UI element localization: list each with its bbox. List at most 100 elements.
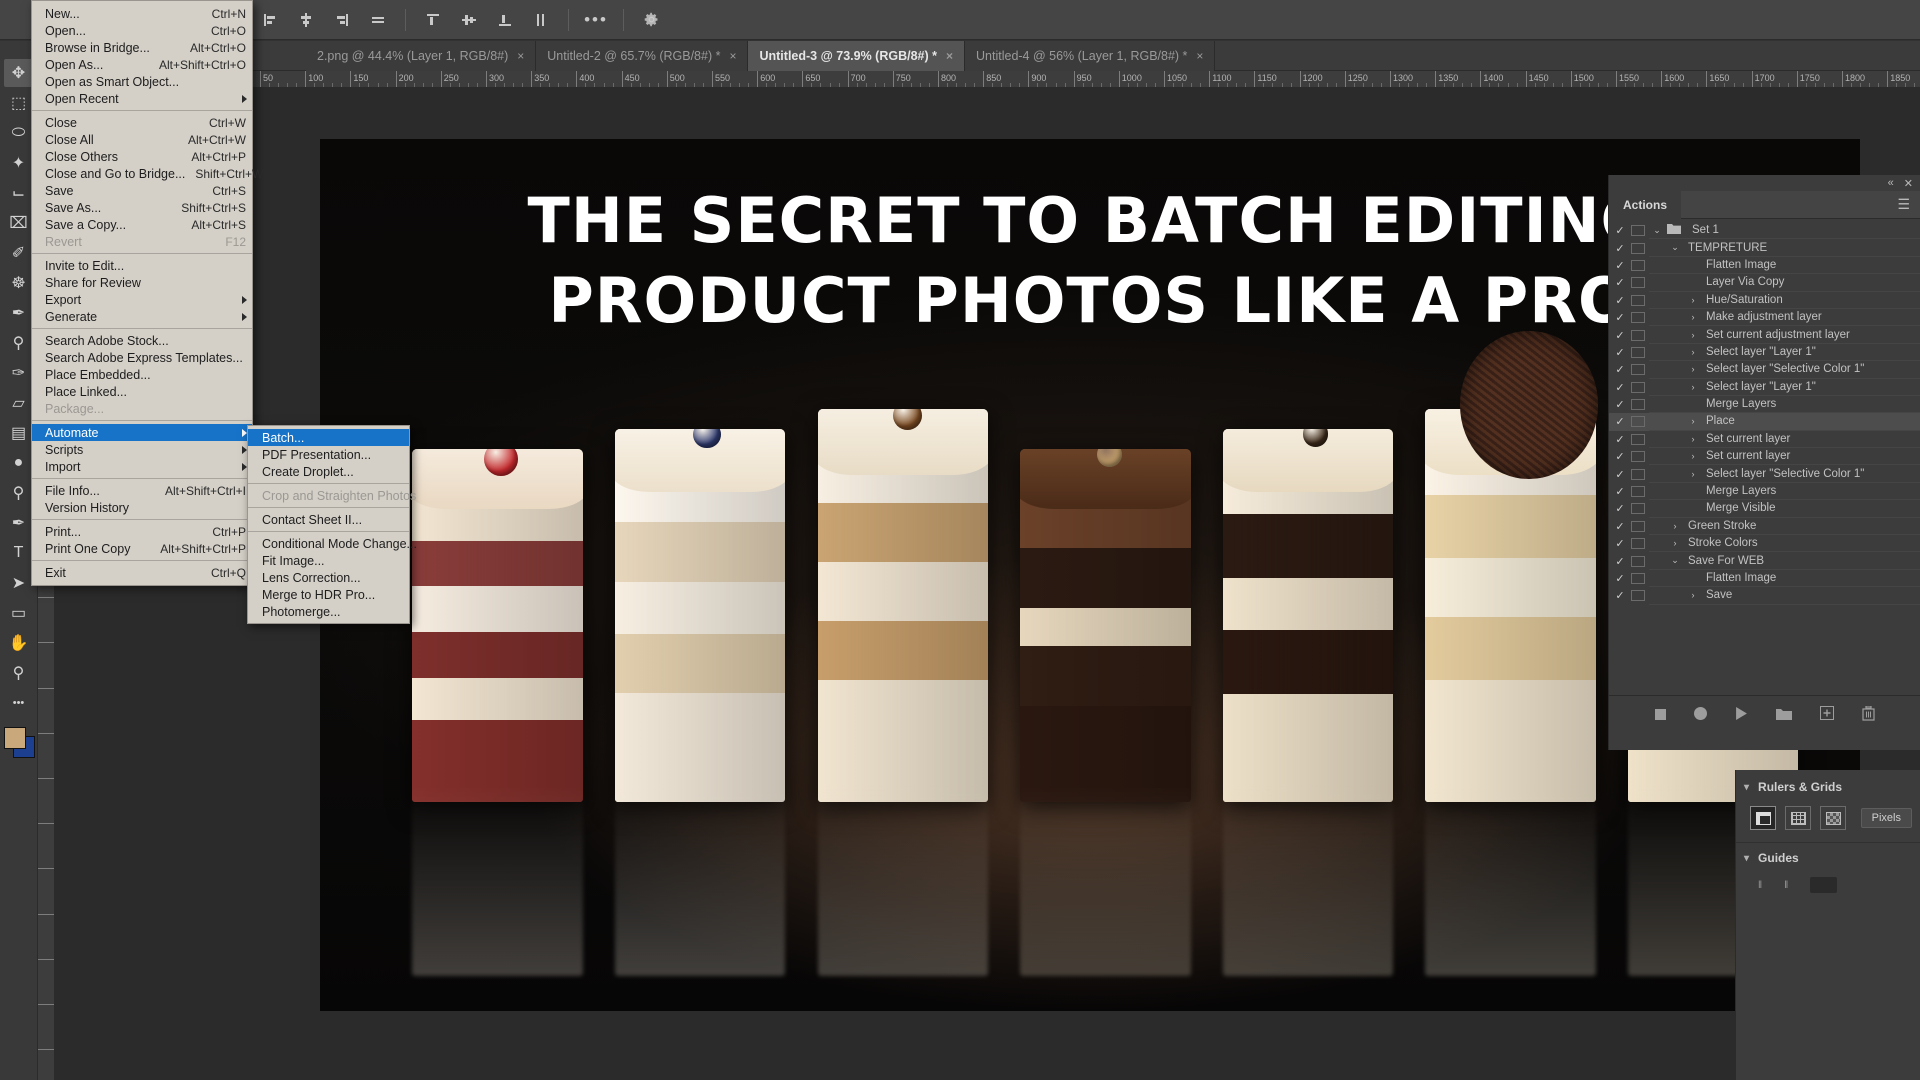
action-row[interactable]: ✓ › Select layer "Layer 1" xyxy=(1609,344,1920,362)
eyedropper-tool[interactable]: ✐ xyxy=(4,239,34,267)
action-row[interactable]: ✓ Flatten Image xyxy=(1609,570,1920,588)
hand-tool[interactable]: ✋ xyxy=(4,629,34,657)
chevron-right-icon[interactable]: › xyxy=(1667,538,1683,548)
file-menu-item-new[interactable]: New... Ctrl+N xyxy=(32,5,252,22)
object-selection-tool[interactable]: ✦ xyxy=(4,149,34,177)
actions-list[interactable]: ✓ ⌄ Set 1 ✓ ⌄ TEMPRETURE ✓ Flatten Image ✓ Layer … xyxy=(1609,219,1920,695)
file-menu-item-version-history[interactable]: Version History xyxy=(32,499,252,516)
dodge-tool[interactable]: ⚲ xyxy=(4,479,34,507)
action-row[interactable]: ✓ Merge Layers xyxy=(1609,396,1920,414)
action-dialog-toggle-box[interactable] xyxy=(1631,242,1645,254)
file-menu-item-close-all[interactable]: Close All Alt+Ctrl+W xyxy=(32,131,252,148)
file-menu-item-print[interactable]: Print... Ctrl+P xyxy=(32,523,252,540)
show-grid-icon[interactable] xyxy=(1785,806,1811,830)
chevron-right-icon[interactable]: › xyxy=(1667,521,1683,531)
file-menu-item-save-a-copy[interactable]: Save a Copy... Alt+Ctrl+S xyxy=(32,216,252,233)
action-row[interactable]: ✓ ⌄ Set 1 xyxy=(1609,222,1920,240)
action-enabled-checkmark-icon[interactable]: ✓ xyxy=(1609,259,1631,272)
distribute-vertical-icon[interactable] xyxy=(528,7,554,33)
action-row[interactable]: ✓ Merge Layers xyxy=(1609,483,1920,501)
action-dialog-toggle-box[interactable] xyxy=(1631,486,1645,498)
align-horizontal-centers-icon[interactable] xyxy=(293,7,319,33)
file-menu-item-print-one-copy[interactable]: Print One Copy Alt+Shift+Ctrl+P xyxy=(32,540,252,557)
panel-menu-icon[interactable]: ☰ xyxy=(1897,197,1920,211)
automate-item-create-droplet[interactable]: Create Droplet... xyxy=(248,463,409,480)
action-dialog-toggle-box[interactable] xyxy=(1631,329,1645,341)
guide-option-2-icon[interactable]: ‖ xyxy=(1784,880,1788,891)
file-menu-item-browse-in-bridge[interactable]: Browse in Bridge... Alt+Ctrl+O xyxy=(32,39,252,56)
chevron-right-icon[interactable]: › xyxy=(1685,364,1701,374)
brush-tool[interactable]: ✒ xyxy=(4,299,34,327)
action-dialog-toggle-box[interactable] xyxy=(1631,433,1645,445)
tab-actions[interactable]: Actions xyxy=(1609,190,1682,219)
file-menu-item-place-linked[interactable]: Place Linked... xyxy=(32,383,252,400)
action-enabled-checkmark-icon[interactable]: ✓ xyxy=(1609,224,1631,237)
action-enabled-checkmark-icon[interactable]: ✓ xyxy=(1609,276,1631,289)
action-row[interactable]: ✓ › Set current layer xyxy=(1609,448,1920,466)
chevron-right-icon[interactable]: › xyxy=(1685,330,1701,340)
new-action-icon[interactable] xyxy=(1819,706,1834,725)
chevron-right-icon[interactable]: › xyxy=(1685,469,1701,479)
rectangular-marquee-tool[interactable]: ⬚ xyxy=(4,89,34,117)
action-dialog-toggle-box[interactable] xyxy=(1631,416,1645,428)
horizontal-ruler[interactable]: 50 100 150 200 250 300 350 400 450 500 550 600 650 70… xyxy=(252,71,1920,88)
file-menu-item-share-for-review[interactable]: Share for Review xyxy=(32,274,252,291)
action-row[interactable]: ✓ › Green Stroke xyxy=(1609,518,1920,536)
file-menu-item-open-recent[interactable]: Open Recent xyxy=(32,90,252,107)
file-menu-item-export[interactable]: Export xyxy=(32,291,252,308)
action-dialog-toggle-box[interactable] xyxy=(1631,277,1645,289)
action-enabled-checkmark-icon[interactable]: ✓ xyxy=(1609,329,1631,342)
chevron-down-icon-guides[interactable]: ▾ xyxy=(1744,853,1749,864)
file-menu-item-place-embedded[interactable]: Place Embedded... xyxy=(32,366,252,383)
action-dialog-toggle-box[interactable] xyxy=(1631,294,1645,306)
chevron-right-icon[interactable]: › xyxy=(1685,295,1701,305)
action-enabled-checkmark-icon[interactable]: ✓ xyxy=(1609,537,1631,550)
action-enabled-checkmark-icon[interactable]: ✓ xyxy=(1609,381,1631,394)
action-row[interactable]: ✓ Flatten Image xyxy=(1609,257,1920,275)
show-transparency-grid-icon[interactable] xyxy=(1820,806,1846,830)
action-enabled-checkmark-icon[interactable]: ✓ xyxy=(1609,346,1631,359)
action-row[interactable]: ✓ › Select layer "Selective Color 1" xyxy=(1609,361,1920,379)
action-enabled-checkmark-icon[interactable]: ✓ xyxy=(1609,242,1631,255)
begin-recording-icon[interactable] xyxy=(1693,706,1707,725)
action-dialog-toggle-box[interactable] xyxy=(1631,259,1645,271)
action-enabled-checkmark-icon[interactable]: ✓ xyxy=(1609,520,1631,533)
automate-item-crop-and-straighten-photos[interactable]: Crop and Straighten Photos xyxy=(248,487,416,504)
delete-icon[interactable] xyxy=(1861,704,1875,726)
action-enabled-checkmark-icon[interactable]: ✓ xyxy=(1609,294,1631,307)
history-brush-tool[interactable]: ✑ xyxy=(4,359,34,387)
file-menu-item-invite-to-edit[interactable]: Invite to Edit... xyxy=(32,257,252,274)
action-row[interactable]: ✓ › Place xyxy=(1609,413,1920,431)
automate-item-pdf-presentation[interactable]: PDF Presentation... xyxy=(248,446,409,463)
document-tab-1[interactable]: Untitled-2 @ 65.7% (RGB/8#) * × xyxy=(536,41,749,71)
file-menu-item-open-as[interactable]: Open As... Alt+Shift+Ctrl+O xyxy=(32,56,252,73)
automate-item-batch[interactable]: Batch... xyxy=(248,429,409,446)
automate-item-conditional-mode-change[interactable]: Conditional Mode Change... xyxy=(248,535,417,552)
color-swatches[interactable] xyxy=(2,725,36,759)
action-enabled-checkmark-icon[interactable]: ✓ xyxy=(1609,311,1631,324)
file-menu-item-scripts[interactable]: Scripts xyxy=(32,441,252,458)
zoom-tool[interactable]: ⚲ xyxy=(4,659,34,687)
action-dialog-toggle-box[interactable] xyxy=(1631,573,1645,584)
guides-header[interactable]: ▾ Guides xyxy=(1736,845,1920,871)
action-enabled-checkmark-icon[interactable]: ✓ xyxy=(1609,433,1631,446)
action-row[interactable]: ✓ › Set current adjustment layer xyxy=(1609,326,1920,344)
more-options-icon[interactable]: ••• xyxy=(583,7,609,33)
action-row[interactable]: ✓ ⌄ Save For WEB xyxy=(1609,552,1920,570)
crop-tool[interactable]: ⌙ xyxy=(4,179,34,207)
action-dialog-toggle-box[interactable] xyxy=(1631,520,1645,532)
rulers-grids-header[interactable]: ▾ Rulers & Grids xyxy=(1736,774,1920,800)
new-set-icon[interactable] xyxy=(1775,707,1792,725)
action-row[interactable]: ✓ Merge Visible xyxy=(1609,500,1920,518)
collapse-panel-icon[interactable]: « xyxy=(1888,177,1894,189)
chevron-right-icon[interactable]: › xyxy=(1685,382,1701,392)
action-dialog-toggle-box[interactable] xyxy=(1631,312,1645,324)
chevron-right-icon[interactable]: › xyxy=(1685,590,1701,600)
chevron-right-icon[interactable]: › xyxy=(1685,416,1701,426)
file-menu-item-search-adobe-express-templates[interactable]: Search Adobe Express Templates... xyxy=(32,349,252,366)
file-menu-item-open-as-smart-object[interactable]: Open as Smart Object... xyxy=(32,73,252,90)
foreground-color-swatch[interactable] xyxy=(3,727,26,749)
file-menu-item-package[interactable]: Package... xyxy=(32,400,252,417)
file-menu-item-close-and-go-to-bridge[interactable]: Close and Go to Bridge... Shift+Ctrl+W xyxy=(32,165,263,182)
distribute-horizontal-icon[interactable] xyxy=(365,7,391,33)
